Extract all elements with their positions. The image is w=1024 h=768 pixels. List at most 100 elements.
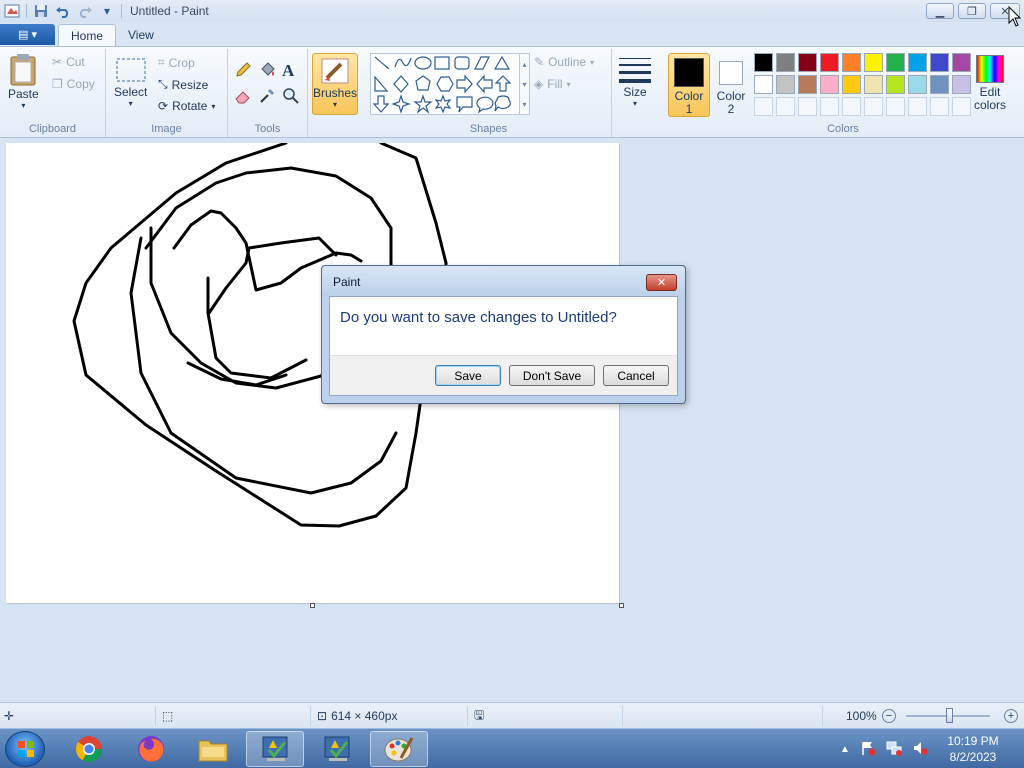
volume-muted-icon[interactable]: [912, 740, 928, 759]
brushes-button[interactable]: Brushes ▾: [312, 53, 358, 115]
custom-color-slot[interactable]: [776, 97, 795, 116]
start-button[interactable]: [5, 731, 45, 767]
taskbar-chrome[interactable]: [60, 731, 118, 767]
custom-color-slot[interactable]: [754, 97, 773, 116]
color-picker-tool[interactable]: [258, 87, 276, 105]
size-button[interactable]: Size ▾: [618, 55, 652, 108]
tab-home[interactable]: Home: [58, 24, 117, 46]
shapes-scroll[interactable]: ▴ ▾ ▾: [520, 53, 530, 115]
taskbar-paint[interactable]: [370, 731, 428, 767]
fill-button[interactable]: ◈ Fill ▾: [534, 77, 571, 91]
zoom-out-button[interactable]: −: [882, 703, 896, 729]
paint-app-icon[interactable]: [4, 3, 20, 19]
color2-button[interactable]: Color 2: [714, 53, 748, 117]
taskbar-app-1[interactable]: [246, 731, 304, 767]
paste-button[interactable]: Paste ▾: [8, 53, 39, 110]
minimize-button[interactable]: ▁: [926, 3, 954, 19]
palette-swatch[interactable]: [798, 53, 817, 72]
ribbon-tab-bar: ▤ ▾ Home View: [0, 22, 1024, 46]
select-button[interactable]: Select ▾: [114, 57, 147, 108]
custom-color-slot[interactable]: [842, 97, 861, 116]
text-tool[interactable]: A: [282, 61, 294, 81]
close-icon: ✕: [656, 277, 667, 289]
outline-button[interactable]: ✎ Outline ▾: [534, 55, 594, 69]
palette-swatch[interactable]: [754, 53, 773, 72]
action-center-flag-icon[interactable]: [860, 740, 876, 759]
color1-number: 1: [685, 102, 693, 116]
color-spectrum-icon: [976, 55, 1004, 83]
file-menu-button[interactable]: ▤ ▾: [0, 24, 55, 45]
resize-button[interactable]: ⤡ Resize: [158, 77, 208, 92]
undo-icon[interactable]: [55, 3, 71, 19]
ribbon: Paste ▾ ✂ Cut ❐ Copy Clipboard Select ▾ …: [0, 46, 1024, 138]
zoom-in-button[interactable]: +: [1004, 703, 1018, 729]
fill-tool[interactable]: [258, 61, 276, 79]
cut-button[interactable]: ✂ Cut: [52, 55, 85, 69]
scroll-up-icon[interactable]: ▴: [522, 60, 526, 69]
redo-icon[interactable]: [77, 3, 93, 19]
cancel-button[interactable]: Cancel: [603, 365, 669, 386]
custom-color-slot[interactable]: [864, 97, 883, 116]
color1-button[interactable]: Color 1: [668, 53, 710, 117]
shapes-gallery[interactable]: [370, 53, 520, 115]
magnifier-tool[interactable]: [282, 87, 300, 105]
custom-color-slot[interactable]: [908, 97, 927, 116]
taskbar-firefox[interactable]: [122, 731, 180, 767]
custom-color-slot[interactable]: [952, 97, 971, 116]
custom-color-slot[interactable]: [798, 97, 817, 116]
palette-swatch[interactable]: [820, 75, 839, 94]
zoom-slider-thumb[interactable]: [946, 708, 953, 723]
palette-swatch[interactable]: [908, 53, 927, 72]
palette-swatch[interactable]: [952, 53, 971, 72]
show-hidden-icons-icon[interactable]: ▲: [840, 744, 850, 755]
palette-swatch[interactable]: [842, 75, 861, 94]
copy-button[interactable]: ❐ Copy: [52, 77, 95, 91]
custom-color-slot[interactable]: [820, 97, 839, 116]
save-icon[interactable]: [33, 3, 49, 19]
palette-swatch[interactable]: [908, 75, 927, 94]
palette-swatch[interactable]: [820, 53, 839, 72]
title-bar: ▾ Untitled - Paint ▁ ❐ ✕: [0, 0, 1024, 22]
resize-handle-corner[interactable]: [619, 603, 624, 608]
scroll-down-icon[interactable]: ▾: [522, 80, 526, 89]
palette-swatch[interactable]: [842, 53, 861, 72]
pencil-tool[interactable]: [234, 61, 252, 79]
crop-button[interactable]: ⌗ Crop: [158, 55, 195, 70]
firefox-icon: [138, 736, 164, 762]
palette-swatch[interactable]: [886, 53, 905, 72]
expand-gallery-icon[interactable]: ▾: [522, 100, 526, 109]
outline-label: Outline: [548, 55, 587, 69]
palette-swatch[interactable]: [776, 53, 795, 72]
group-label-shapes: Shapes: [469, 123, 508, 135]
copy-label: Copy: [66, 77, 95, 91]
clock[interactable]: 10:19 PM 8/2/2023: [930, 733, 1016, 765]
taskbar-file-explorer[interactable]: [184, 731, 242, 767]
edit-colors-button[interactable]: Edit colors: [974, 55, 1006, 112]
palette-swatch[interactable]: [754, 75, 773, 94]
palette-swatch[interactable]: [776, 75, 795, 94]
network-icon[interactable]: [886, 740, 902, 759]
taskbar-app-2[interactable]: [308, 731, 366, 767]
palette-swatch[interactable]: [930, 53, 949, 72]
paste-label: Paste: [8, 87, 39, 101]
custom-color-slot[interactable]: [886, 97, 905, 116]
palette-swatch[interactable]: [952, 75, 971, 94]
palette-swatch[interactable]: [930, 75, 949, 94]
palette-swatch[interactable]: [864, 53, 883, 72]
restore-button[interactable]: ❐: [958, 3, 986, 19]
dialog-close-button[interactable]: ✕: [646, 274, 677, 291]
tab-view[interactable]: View: [116, 24, 166, 46]
palette-swatch[interactable]: [798, 75, 817, 94]
eraser-tool[interactable]: [234, 87, 252, 105]
dropdown-arrow-icon: ▾: [566, 79, 571, 89]
rotate-button[interactable]: ⟳ Rotate ▾: [158, 99, 215, 113]
file-size: 🖫: [474, 703, 484, 729]
custom-color-slot[interactable]: [930, 97, 949, 116]
customize-qat-icon[interactable]: ▾: [99, 3, 115, 19]
palette-swatch[interactable]: [864, 75, 883, 94]
dont-save-button[interactable]: Don't Save: [509, 365, 595, 386]
palette-swatch[interactable]: [886, 75, 905, 94]
resize-handle-bottom[interactable]: [310, 603, 315, 608]
save-button[interactable]: Save: [435, 365, 501, 386]
rotate-label: Rotate: [172, 99, 208, 113]
